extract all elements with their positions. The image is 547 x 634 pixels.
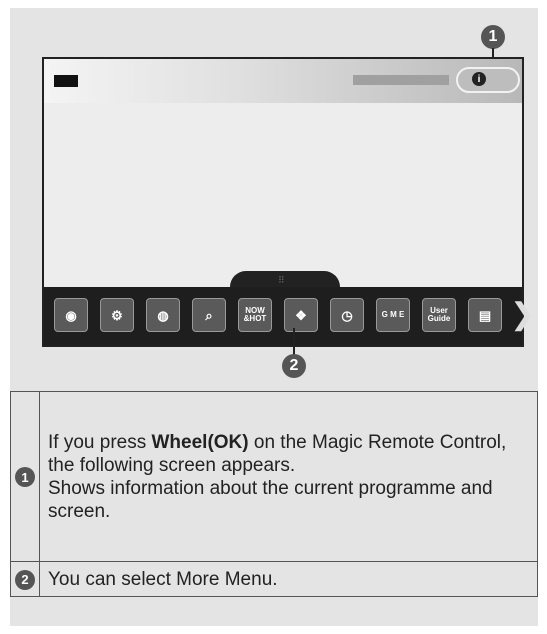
info-bar: i [44,59,522,103]
input-icon[interactable]: ◉ [54,298,88,332]
callout-2-badge: 2 [282,354,306,378]
legend-text-bold: Wheel(OK) [151,431,249,453]
legend-number-cell: 2 [10,561,40,597]
card-icon[interactable]: ▤ [468,298,502,332]
legend-text: Shows information about the current prog… [48,477,493,522]
search-icon[interactable]: ⌕ [192,298,226,332]
clock-icon[interactable]: ◷ [330,298,364,332]
legend-text-cell: You can select More Menu. [39,561,538,597]
tv-screen: i ⠿ ▤ User Guide G M E ◷ ❖ NOW &HOT ⌕ ◍ ⚙ ◉ ❯ [42,57,535,347]
chevron-right-icon[interactable]: ❯ [510,297,535,333]
legend-badge: 1 [15,467,35,487]
more-menu-bar: ▤ User Guide G M E ◷ ❖ NOW &HOT ⌕ ◍ ⚙ ◉ ❯ [44,287,535,345]
callout-1-badge: 1 [481,25,505,49]
legend-number-cell: 1 [10,391,40,562]
legend-text-cell: If you press Wheel(OK) on the Magic Remo… [39,391,538,562]
programme-info-field [353,75,449,85]
legend-text: You can select More Menu. [48,568,278,590]
internet-icon[interactable]: ◍ [146,298,180,332]
legend-table: 1 If you press Wheel(OK) on the Magic Re… [10,391,538,597]
now-hot-icon[interactable]: NOW &HOT [238,298,272,332]
game-icon[interactable]: G M E [376,298,410,332]
legend-text: If you press [48,431,152,453]
legend-row: 1 If you press Wheel(OK) on the Magic Re… [10,391,538,562]
info-icon: i [472,72,486,86]
callout-2-line [293,328,295,356]
menu-tab-grip-icon: ⠿ [278,275,286,285]
smart-share-icon[interactable]: ❖ [284,298,318,332]
legend-badge: 2 [15,569,35,590]
settings-icon[interactable]: ⚙ [100,298,134,332]
info-button[interactable]: i [456,67,520,93]
channel-tag [54,75,78,87]
user-guide-icon[interactable]: User Guide [422,298,456,332]
legend-row: 2 You can select More Menu. [10,561,538,597]
